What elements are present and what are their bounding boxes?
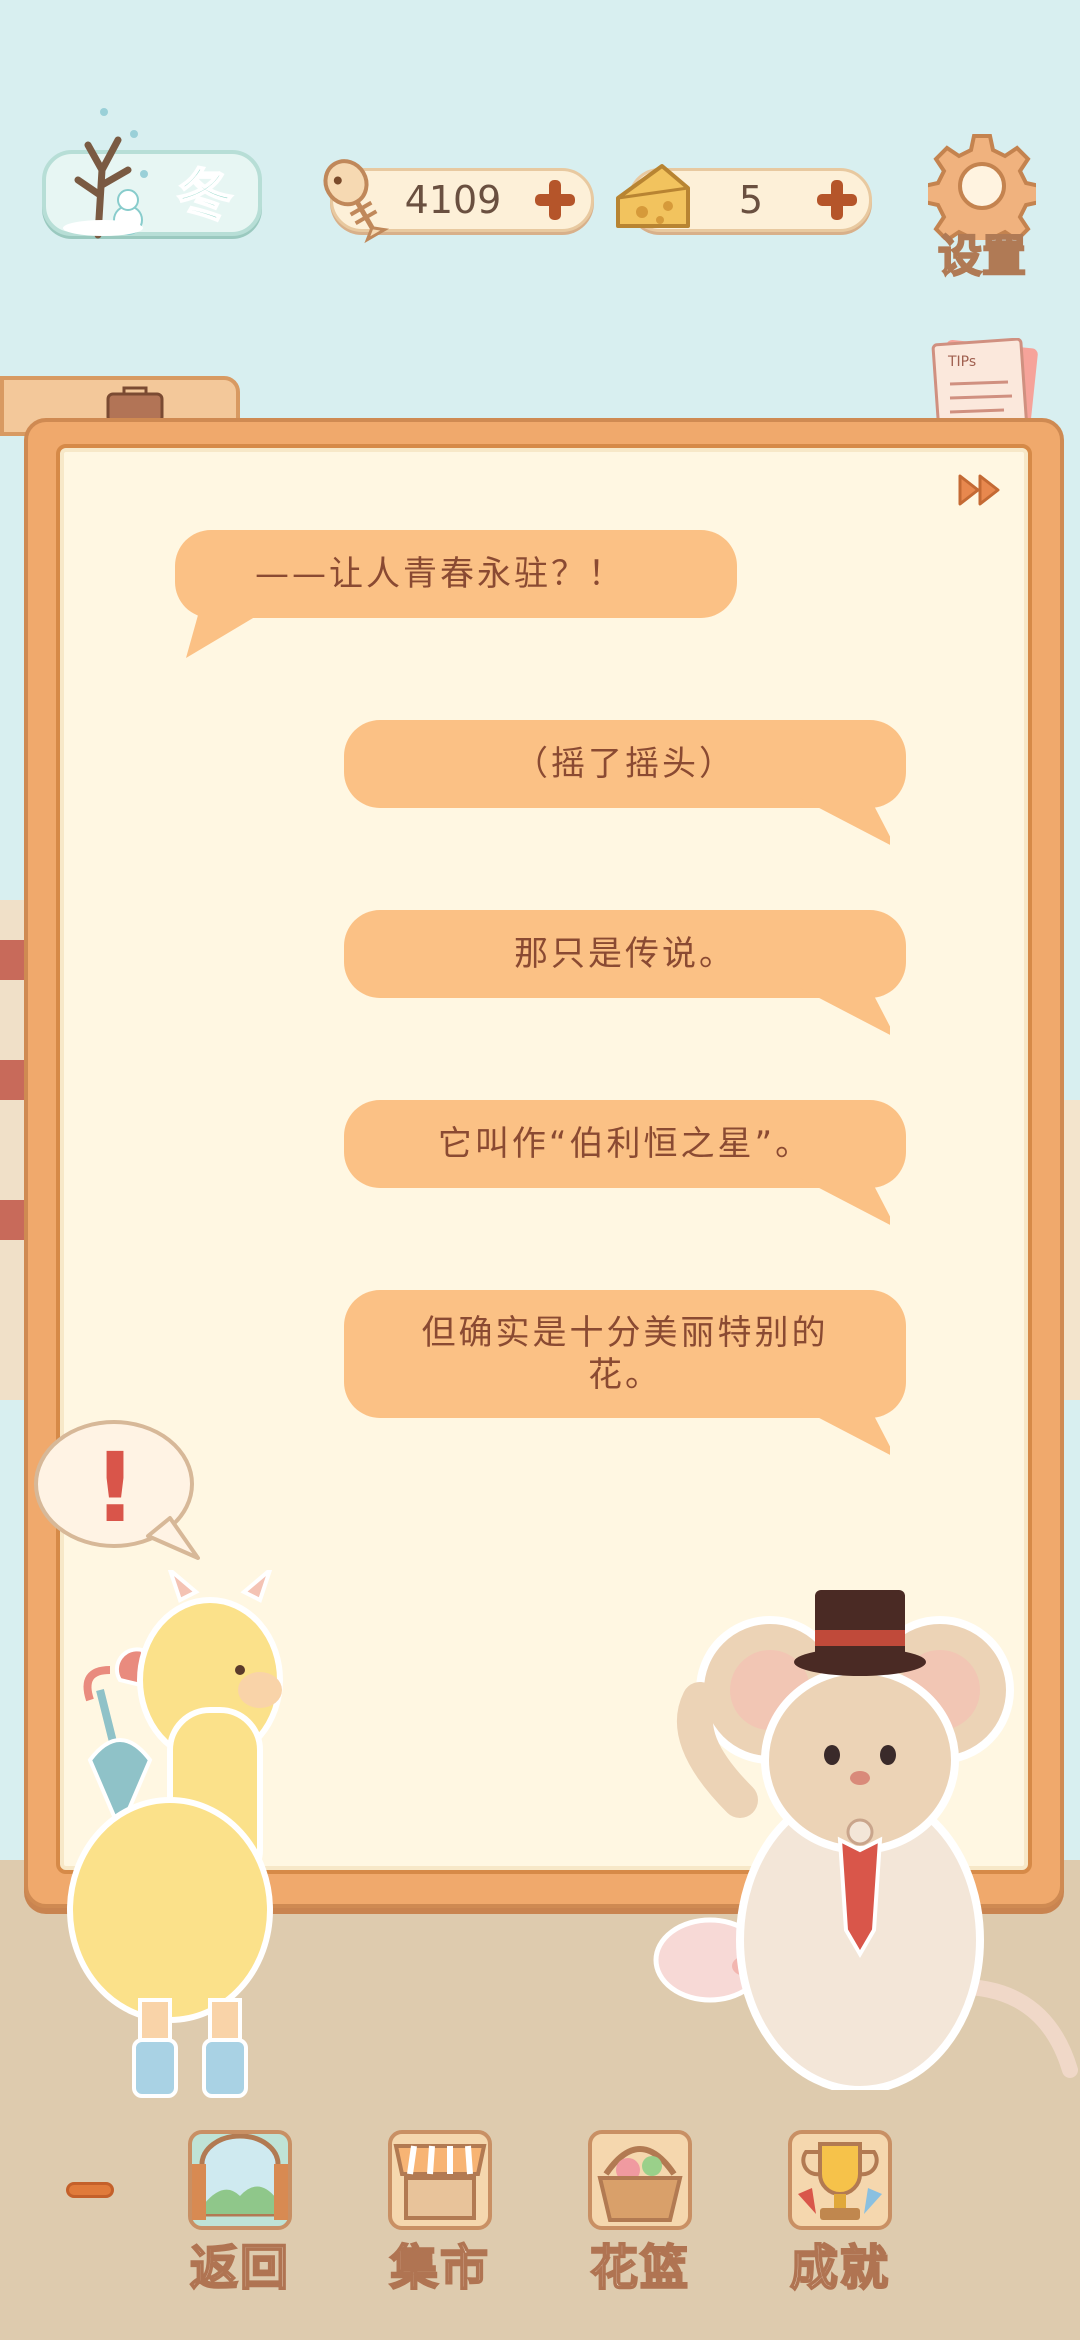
exclamation-mark: ! — [93, 1432, 137, 1544]
season-label: 冬 — [176, 163, 234, 230]
bag-icon — [106, 386, 164, 422]
fish-bone-icon — [323, 159, 390, 244]
window-scenery-icon — [188, 2130, 292, 2230]
basket-label: 花篮 — [589, 2239, 690, 2297]
cheese-icon — [616, 164, 690, 228]
dialogue-bubble-right: 那只是传说。 — [344, 910, 906, 998]
fast-forward-icon[interactable] — [956, 470, 1006, 510]
alpaca-character — [67, 1570, 283, 2098]
collapse-button[interactable] — [66, 2182, 114, 2198]
bubble-tail — [800, 988, 890, 1035]
achievement-button[interactable]: 成就 — [770, 2120, 910, 2297]
back-button[interactable]: 返回 — [170, 2120, 310, 2297]
basket-button[interactable]: 花篮 — [570, 2120, 710, 2297]
fish-count: 4109 — [404, 178, 502, 222]
trophy-icon — [788, 2130, 892, 2230]
bubble-tail — [186, 608, 270, 658]
bubble-tail — [800, 798, 890, 845]
add-cheese-button[interactable] — [813, 176, 861, 224]
market-label: 集市 — [389, 2239, 490, 2297]
snowflake-icon — [130, 130, 138, 138]
snowflake-icon — [100, 108, 108, 116]
cheese-count: 5 — [738, 178, 764, 222]
bubble-tail — [800, 1178, 890, 1225]
snowflake-icon — [140, 170, 148, 178]
svg-text:TIPs: TIPs — [947, 354, 976, 370]
add-fish-button[interactable] — [531, 176, 579, 224]
market-button[interactable]: 集市 — [370, 2120, 510, 2297]
back-label: 返回 — [189, 2239, 290, 2297]
mouse-character — [677, 1590, 1078, 2090]
bubble-tail — [800, 1408, 890, 1455]
dialogue-bubble-right: 它叫作“伯利恒之星”。 — [344, 1100, 906, 1188]
market-stall-icon — [388, 2130, 492, 2230]
settings-label: 设置 — [937, 230, 1027, 283]
exclamation-balloon[interactable]: ! — [30, 1418, 200, 1568]
settings-button[interactable]: 设置 — [920, 132, 1044, 283]
flower-basket-icon — [588, 2130, 692, 2230]
achievement-label: 成就 — [789, 2239, 890, 2297]
dialogue-bubble-right: 但确实是十分美丽特别的花。 — [344, 1290, 906, 1418]
dialogue-bubble-left: ——让人青春永驻？！ — [175, 530, 737, 618]
dialogue-bubble-right: （摇了摇头） — [344, 720, 906, 808]
